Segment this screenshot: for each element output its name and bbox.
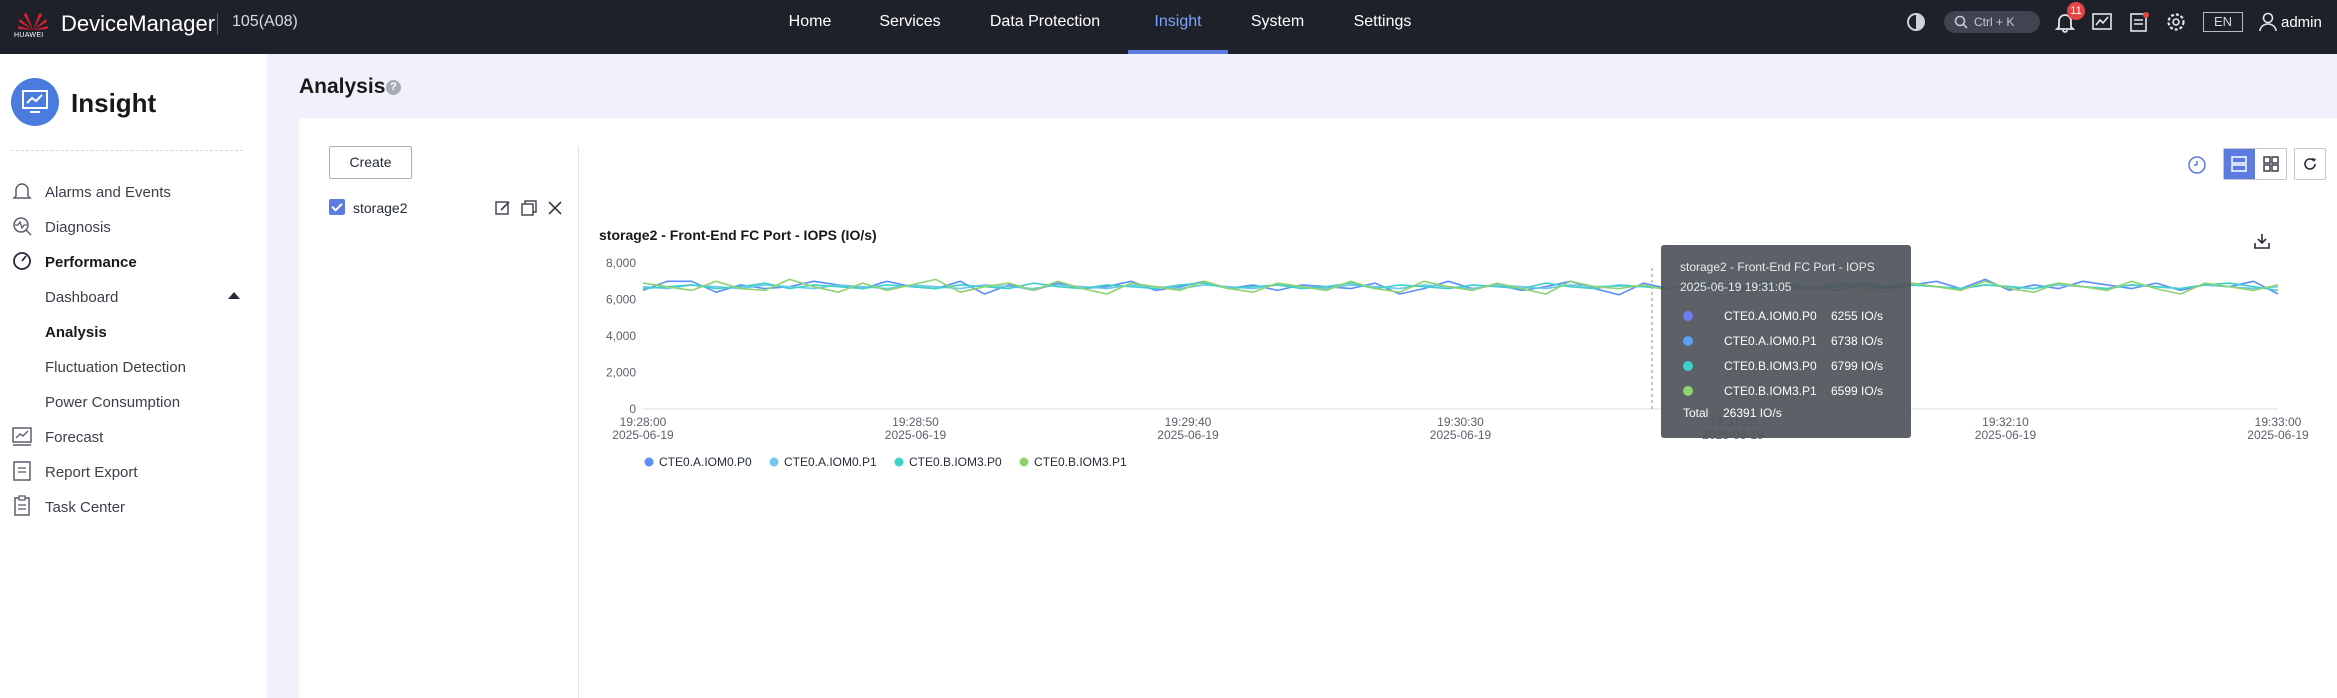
copy-icon[interactable] <box>520 199 538 217</box>
sidebar-item-fluctuation-detection[interactable]: Fluctuation Detection <box>45 359 186 376</box>
sidebar-item-dashboard[interactable]: Dashboard <box>45 289 118 306</box>
user-icon[interactable] <box>2258 10 2278 34</box>
sidebar-title: Insight <box>71 88 157 118</box>
chart-title: storage2 - Front-End FC Port - IOPS (IO/… <box>599 227 877 243</box>
notification-badge: 11 <box>2067 2 2085 20</box>
diagnosis-icon <box>13 217 32 236</box>
active-nav-indicator <box>1128 50 1228 54</box>
tooltip-series-name: CTE0.A.IOM0.P1 <box>1724 334 1817 348</box>
forecast-icon <box>12 427 32 446</box>
nav-data-protection[interactable]: Data Protection <box>980 0 1110 54</box>
sidebar-item-task-center[interactable]: Task Center <box>45 499 125 516</box>
analysis-panel <box>299 118 2337 698</box>
tooltip-series-value: 6799 IO/s <box>1831 359 1884 373</box>
sidebar-item-forecast[interactable]: Forecast <box>45 429 103 446</box>
nav-home[interactable]: Home <box>770 0 850 54</box>
tooltip-series-value: 6738 IO/s <box>1831 334 1884 348</box>
time-range-icon[interactable] <box>2182 150 2212 180</box>
tooltip-series-value: 6255 IO/s <box>1831 309 1884 323</box>
sidebar-item-alarms-and-events[interactable]: Alarms and Events <box>45 184 171 201</box>
refresh-button[interactable] <box>2294 148 2326 180</box>
chevron-up-icon[interactable] <box>228 292 240 299</box>
tooltip-dot <box>1683 336 1693 346</box>
close-icon[interactable] <box>546 199 564 217</box>
tooltip-dot <box>1683 386 1693 396</box>
help-icon[interactable]: ? <box>386 80 401 95</box>
clipboard-icon <box>14 495 30 516</box>
tooltip-title: storage2 - Front-End FC Port - IOPS <box>1680 260 1875 274</box>
username[interactable]: admin <box>2281 14 2322 31</box>
sidebar-divider <box>11 150 243 151</box>
report-icon <box>13 461 31 481</box>
search-shortcut: Ctrl + K <box>1974 15 2015 29</box>
nav-services[interactable]: Services <box>870 0 950 54</box>
huawei-logo-text: HUAWEI <box>14 32 44 39</box>
insight-logo <box>11 78 59 126</box>
tooltip-total-label: Total <box>1683 406 1709 420</box>
tooltip-time: 2025-06-19 19:31:05 <box>1680 280 1792 294</box>
page-title: Analysis <box>299 75 386 98</box>
list-view-button[interactable] <box>2224 149 2255 179</box>
chart-tooltip: storage2 - Front-End FC Port - IOPS 2025… <box>1661 245 1911 438</box>
monitor-chart-icon[interactable] <box>2091 10 2113 34</box>
tooltip-dot <box>1683 311 1693 321</box>
create-button[interactable]: Create <box>329 146 412 179</box>
storage2-checkbox[interactable] <box>329 199 345 215</box>
task-list-icon[interactable] <box>2128 10 2150 34</box>
download-icon[interactable] <box>2253 232 2271 250</box>
tooltip-dot <box>1683 361 1693 371</box>
sidebar: Insight Alarms and Events Diagnosis Perf… <box>0 54 267 698</box>
nav-insight[interactable]: Insight <box>1128 0 1228 54</box>
tooltip-series-name: CTE0.B.IOM3.P0 <box>1724 359 1817 373</box>
gauge-icon <box>13 252 31 270</box>
list-view-icon <box>2231 156 2247 172</box>
language-switch[interactable]: EN <box>2203 12 2243 32</box>
sidebar-item-performance[interactable]: Performance <box>45 254 137 271</box>
sidebar-item-analysis[interactable]: Analysis <box>45 324 107 341</box>
tooltip-series-name: CTE0.B.IOM3.P1 <box>1724 384 1817 398</box>
theme-toggle-icon[interactable] <box>1904 10 1928 34</box>
top-navigation-bar: HUAWEI DeviceManager 105(A08) Home Servi… <box>0 0 2337 54</box>
sidebar-item-power-consumption[interactable]: Power Consumption <box>45 394 180 411</box>
gear-icon[interactable] <box>2165 10 2187 34</box>
device-id: 105(A08) <box>232 13 298 30</box>
title-divider <box>217 13 218 35</box>
tooltip-series-value: 6599 IO/s <box>1831 384 1884 398</box>
edit-icon[interactable] <box>494 199 512 217</box>
object-label: storage2 <box>353 200 408 216</box>
huawei-logo <box>18 13 48 30</box>
app-title: DeviceManager <box>61 11 216 36</box>
panel-divider <box>578 146 579 698</box>
bell-icon <box>12 183 32 199</box>
tooltip-total-value: 26391 IO/s <box>1723 406 1782 420</box>
nav-settings[interactable]: Settings <box>1340 0 1425 54</box>
grid-view-icon[interactable] <box>2256 149 2286 179</box>
nav-system[interactable]: System <box>1240 0 1315 54</box>
search-icon <box>1954 15 1968 29</box>
monitor-icon <box>22 90 48 113</box>
sidebar-item-report-export[interactable]: Report Export <box>45 464 138 481</box>
refresh-icon <box>2304 158 2316 170</box>
global-search[interactable]: Ctrl + K <box>1944 11 2040 33</box>
sidebar-item-diagnosis[interactable]: Diagnosis <box>45 219 111 236</box>
tooltip-series-name: CTE0.A.IOM0.P0 <box>1724 309 1817 323</box>
